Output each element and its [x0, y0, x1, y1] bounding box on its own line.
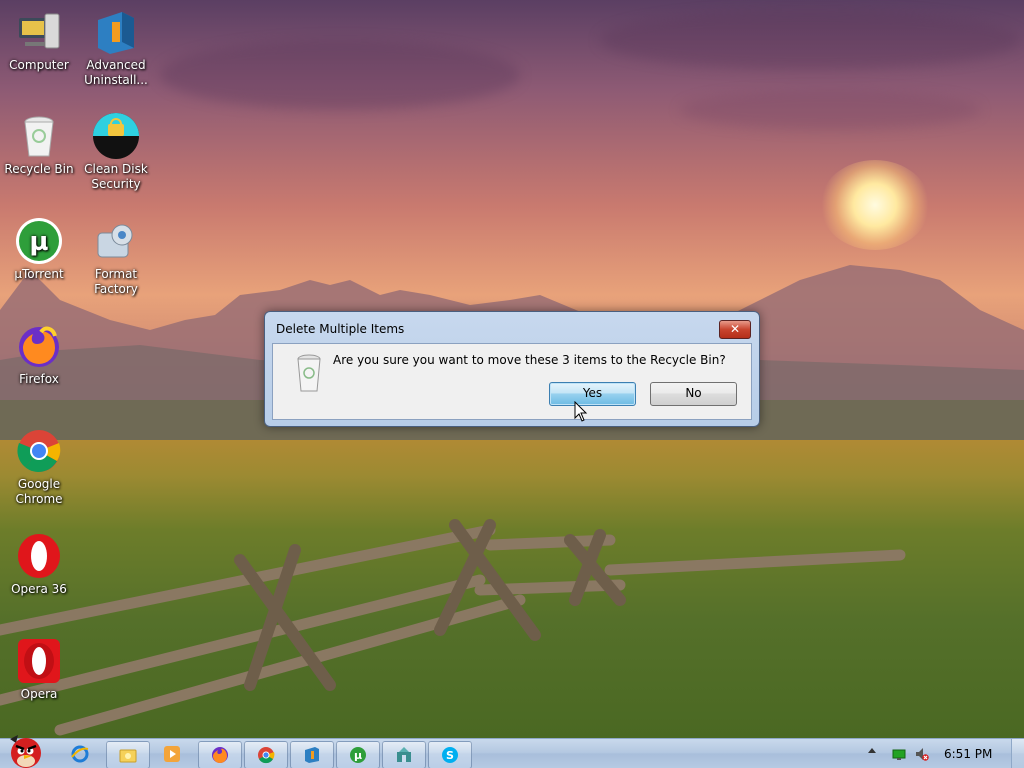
taskbar: µ S 6:51 PM [0, 735, 1024, 768]
media-player-icon [164, 746, 180, 762]
desktop-icon-computer[interactable]: Computer [1, 8, 77, 73]
desktop-icon-label: Advanced [86, 58, 146, 72]
desktop-icon-label: Opera 36 [11, 582, 67, 596]
desktop-icon-clean-disk-security[interactable]: Clean Disk Security [78, 112, 154, 192]
desktop-icon-opera-36[interactable]: Opera 36 [1, 532, 77, 597]
utorrent-icon: µ [350, 747, 366, 763]
start-button[interactable] [4, 733, 46, 768]
clean-disk-security-icon [92, 112, 140, 160]
desktop-icon-label: µTorrent [14, 267, 64, 281]
skype-icon: S [442, 747, 458, 763]
desktop-icon-label: Computer [9, 58, 69, 72]
recycle-bin-icon [291, 351, 327, 393]
yes-button[interactable]: Yes [549, 382, 636, 406]
taskbar-skype[interactable]: S [428, 741, 472, 768]
desktop-icon-label: Chrome [15, 492, 63, 506]
network-icon[interactable] [892, 747, 906, 761]
computer-icon [15, 8, 63, 56]
desktop-icon-label: Security [91, 177, 141, 191]
desktop-icon-label: Google [17, 477, 61, 491]
format-factory-icon [92, 217, 140, 265]
desktop-icon-utorrent[interactable]: µ µTorrent [1, 217, 77, 282]
recycle-bin-icon [15, 112, 63, 160]
advanced-uninstaller-icon [92, 8, 140, 56]
taskbar-internet-explorer[interactable] [60, 741, 100, 767]
volume-muted-icon[interactable] [915, 747, 929, 761]
desktop-icon-label: Recycle Bin [4, 162, 74, 176]
taskbar-utorrent[interactable]: µ [336, 741, 380, 768]
advanced-uninstaller-icon [305, 747, 319, 763]
desktop-icon-advanced-uninstaller[interactable]: Advanced Uninstall... [78, 8, 154, 88]
app-icon [397, 747, 411, 762]
cloud [680, 90, 980, 130]
delete-multiple-items-dialog: Delete Multiple Items ✕ Are you sure you… [264, 311, 760, 427]
desktop-icon-recycle-bin[interactable]: Recycle Bin [1, 112, 77, 177]
folder-icon [119, 749, 137, 763]
wooden-fence [0, 519, 906, 736]
taskbar-media-player[interactable] [152, 741, 192, 767]
desktop-icon-opera[interactable]: Opera [1, 637, 77, 702]
desktop-icon-label: Format [94, 267, 138, 281]
desktop-icon-label: Clean Disk [84, 162, 148, 176]
taskbar-google-chrome[interactable] [244, 741, 288, 768]
sun [820, 160, 930, 250]
taskbar-app[interactable] [382, 741, 426, 768]
desktop-icon-label: Opera [20, 687, 58, 701]
dialog-content: Are you sure you want to move these 3 it… [272, 343, 752, 420]
svg-text:µ: µ [29, 227, 48, 257]
desktop-icon-label: Firefox [19, 372, 59, 386]
internet-explorer-icon [71, 745, 89, 763]
clock[interactable]: 6:51 PM [944, 747, 992, 761]
svg-text:S: S [446, 749, 454, 762]
cloud [600, 10, 1020, 70]
desktop-icon-label: Factory [94, 282, 138, 296]
show-hidden-icons-button[interactable] [868, 748, 876, 753]
taskbar-advanced-uninstaller[interactable] [290, 741, 334, 768]
dialog-message: Are you sure you want to move these 3 it… [333, 353, 726, 367]
desktop-icon-label: Uninstall... [84, 73, 148, 87]
show-desktop-button[interactable] [1011, 739, 1024, 768]
taskbar-windows-explorer[interactable] [106, 741, 150, 768]
dialog-title: Delete Multiple Items [276, 322, 405, 336]
google-chrome-icon [15, 427, 63, 475]
close-button[interactable]: ✕ [719, 320, 751, 339]
utorrent-icon: µ [15, 217, 63, 265]
no-button[interactable]: No [650, 382, 737, 406]
opera-icon [15, 637, 63, 685]
desktop-icon-format-factory[interactable]: Format Factory [78, 217, 154, 297]
google-chrome-icon [258, 747, 275, 764]
firefox-icon [15, 322, 63, 370]
svg-text:µ: µ [354, 749, 362, 762]
desktop-icon-firefox[interactable]: Firefox [1, 322, 77, 387]
mouse-cursor-icon [574, 401, 588, 422]
taskbar-firefox[interactable] [198, 741, 242, 768]
opera-36-icon [15, 532, 63, 580]
cloud [160, 40, 520, 110]
angry-birds-start-icon [10, 735, 41, 768]
desktop-icon-google-chrome[interactable]: Google Chrome [1, 427, 77, 507]
firefox-icon [212, 747, 228, 763]
